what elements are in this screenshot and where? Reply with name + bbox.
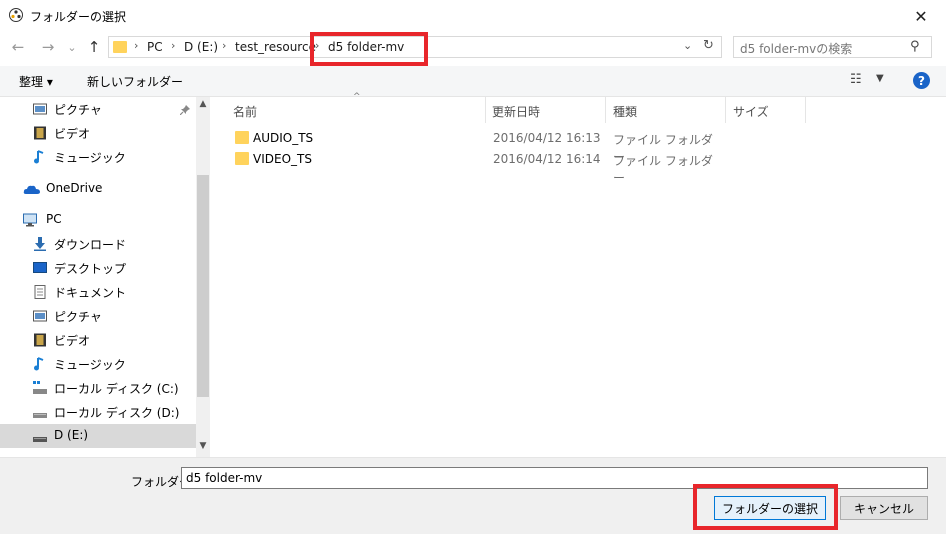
download-icon xyxy=(34,237,46,251)
app-icon xyxy=(9,8,23,22)
sidebar-item-pictures[interactable]: ピクチャ xyxy=(0,304,196,328)
sidebar-item-music[interactable]: ミュージック xyxy=(0,352,196,376)
column-header-modified[interactable]: 更新日時 xyxy=(492,103,540,120)
navigation-pane: ピクチャ ビデオ ミュージック OneDrive PC ダウンロード デスクトッ… xyxy=(0,97,196,457)
close-button[interactable]: ✕ xyxy=(906,4,936,28)
table-row[interactable]: AUDIO_TS 2016/04/12 16:13 ファイル フォルダー xyxy=(233,128,713,164)
search-icon[interactable]: ⚲ xyxy=(910,39,920,54)
organize-button[interactable]: 整理 ▾ xyxy=(19,73,53,90)
sidebar-item-label: ミュージック xyxy=(54,151,126,165)
file-name: AUDIO_TS xyxy=(253,131,314,145)
up-icon[interactable]: ↑ xyxy=(84,36,104,58)
sidebar-item-drive-d[interactable]: ローカル ディスク (D:) xyxy=(0,400,196,424)
videos-icon xyxy=(34,126,46,140)
sidebar-item-label: PC xyxy=(46,212,62,226)
sidebar-item-label: ミュージック xyxy=(54,358,126,372)
column-header-name[interactable]: 名前 xyxy=(233,103,257,120)
sidebar-item-downloads[interactable]: ダウンロード xyxy=(0,232,196,256)
column-divider[interactable] xyxy=(725,97,726,123)
sidebar-item-onedrive[interactable]: OneDrive xyxy=(0,177,196,201)
videos-icon xyxy=(34,333,46,347)
column-header-size[interactable]: サイズ xyxy=(733,103,769,120)
folder-icon xyxy=(113,41,127,53)
pin-icon[interactable] xyxy=(179,105,190,118)
chevron-down-icon[interactable]: ⌄ xyxy=(683,39,692,52)
breadcrumb-pc[interactable]: PC xyxy=(147,40,163,54)
column-divider[interactable] xyxy=(605,97,606,123)
sidebar-item-videos[interactable]: ビデオ xyxy=(0,121,196,145)
music-icon xyxy=(34,150,44,164)
highlight-box-address xyxy=(310,32,428,66)
sidebar-item-label: ドキュメント xyxy=(54,286,127,300)
view-chevron-icon[interactable]: ▼ xyxy=(876,73,884,84)
cancel-button[interactable]: キャンセル xyxy=(840,496,928,520)
file-date: 2016/04/12 16:13 xyxy=(493,131,601,145)
table-row[interactable]: VIDEO_TS 2016/04/12 16:14 ファイル フォルダー xyxy=(233,149,713,185)
column-header-type[interactable]: 種類 xyxy=(613,103,637,120)
scroll-up-icon[interactable]: ▲ xyxy=(196,99,210,111)
refresh-icon[interactable]: ↻ xyxy=(703,38,714,53)
breadcrumb-separator: › xyxy=(134,39,139,52)
sidebar-item-drive-e[interactable]: D (E:) xyxy=(0,424,196,448)
sidebar-item-label: ビデオ xyxy=(54,334,91,348)
music-icon xyxy=(34,357,44,371)
sidebar-item-desktop[interactable]: デスクトップ xyxy=(0,256,196,280)
sidebar-item-label: ローカル ディスク (C:) xyxy=(54,382,179,396)
sidebar-item-pc[interactable]: PC xyxy=(0,208,196,232)
search-box[interactable]: d5 folder-mvの検索 ⚲ xyxy=(733,36,932,58)
back-icon[interactable]: ← xyxy=(8,36,28,58)
file-date: 2016/04/12 16:14 xyxy=(493,152,601,166)
help-icon[interactable]: ? xyxy=(913,72,930,89)
column-divider[interactable] xyxy=(485,97,486,123)
forward-icon[interactable]: → xyxy=(38,36,58,58)
window-title: フォルダーの選択 xyxy=(30,10,127,24)
column-divider[interactable] xyxy=(805,97,806,123)
windows-drive-icon xyxy=(33,381,47,394)
breadcrumb-separator: › xyxy=(171,39,176,52)
file-list: ^ 名前 更新日時 種類 サイズ AUDIO_TS 2016/04/12 16:… xyxy=(213,92,946,457)
cloud-icon xyxy=(23,185,40,194)
highlight-box-select-button xyxy=(693,484,838,530)
sidebar-item-music[interactable]: ミュージック xyxy=(0,145,196,169)
file-type: ファイル フォルダー xyxy=(613,154,713,185)
sidebar-item-documents[interactable]: ドキュメント xyxy=(0,280,196,304)
computer-icon xyxy=(23,213,37,227)
scroll-down-icon[interactable]: ▼ xyxy=(196,441,210,453)
pictures-icon xyxy=(33,310,47,322)
pictures-icon xyxy=(33,103,47,115)
drive-icon xyxy=(33,437,47,442)
file-name: VIDEO_TS xyxy=(253,152,312,166)
drive-icon xyxy=(33,413,47,418)
sidebar-item-label: ビデオ xyxy=(54,127,91,141)
view-options-icon[interactable]: ☷ xyxy=(850,72,862,87)
sidebar-item-label: ダウンロード xyxy=(54,238,127,252)
breadcrumb-separator: › xyxy=(222,39,227,52)
sidebar-item-pictures[interactable]: ピクチャ xyxy=(0,97,196,121)
command-bar: 整理 ▾ 新しいフォルダー ☷ ▼ ? xyxy=(0,66,946,97)
folder-icon xyxy=(235,131,249,144)
desktop-icon xyxy=(33,262,47,273)
sidebar-item-videos[interactable]: ビデオ xyxy=(0,328,196,352)
document-icon xyxy=(34,285,46,299)
sidebar-item-label: ピクチャ xyxy=(54,103,102,117)
folder-icon xyxy=(235,152,249,165)
new-folder-button[interactable]: 新しいフォルダー xyxy=(87,73,183,90)
sidebar-item-label: ローカル ディスク (D:) xyxy=(54,406,180,420)
sidebar-item-label: デスクトップ xyxy=(54,262,127,276)
sidebar-item-label: D (E:) xyxy=(54,428,89,442)
title-bar xyxy=(0,0,946,31)
search-input[interactable]: d5 folder-mvの検索 xyxy=(740,40,852,57)
recent-locations-icon[interactable]: ⌄ xyxy=(62,36,82,58)
breadcrumb-drive-e[interactable]: D (E:) xyxy=(184,40,218,54)
pin-icon xyxy=(179,105,190,116)
sidebar-item-label: ピクチャ xyxy=(54,310,102,324)
sidebar-item-label: OneDrive xyxy=(46,181,103,195)
sort-ascending-icon: ^ xyxy=(353,92,361,102)
breadcrumb-test-resource[interactable]: test_resource xyxy=(235,40,316,54)
scroll-thumb[interactable] xyxy=(197,175,209,397)
sidebar-item-drive-c[interactable]: ローカル ディスク (C:) xyxy=(0,376,196,400)
sidebar-scrollbar[interactable]: ▲ ▼ xyxy=(196,97,210,457)
